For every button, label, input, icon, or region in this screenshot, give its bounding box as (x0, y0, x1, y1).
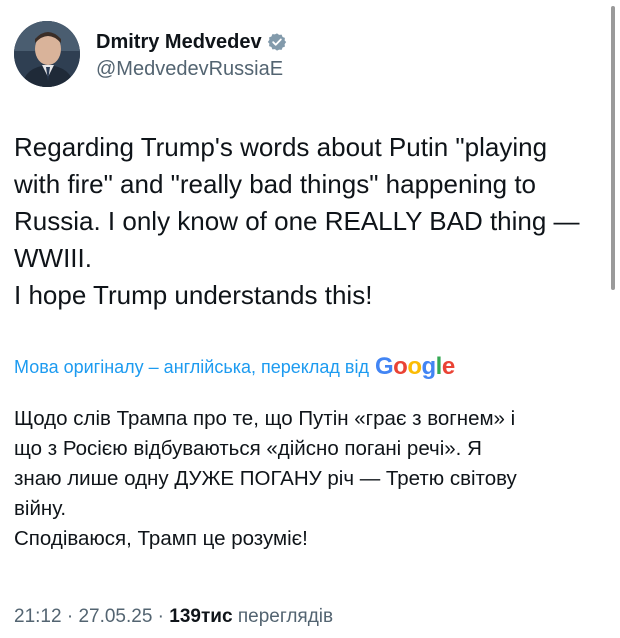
translated-text-line: Сподіваюся, Трамп це розуміє! (14, 527, 308, 550)
avatar[interactable] (14, 21, 80, 87)
tweet-text-line: with fire" and "really bad things" happe… (14, 169, 537, 199)
tweet-text-line: I hope Trump understands this! (14, 280, 373, 310)
translation-attribution[interactable]: Мова оригіналу – англійська, переклад ві… (14, 352, 455, 382)
tweet-meta: 21:12 · 27.05.25 · 139тис переглядів (14, 606, 333, 628)
translated-text: Щодо слів Трампа про те, що Путін «грає … (14, 404, 614, 554)
views-label[interactable]: переглядів (238, 606, 333, 627)
translated-text-line: Щодо слів Трампа про те, що Путін «грає … (14, 407, 516, 430)
translation-label[interactable]: Мова оригіналу – англійська, переклад ві… (14, 357, 369, 378)
tweet-header: Dmitry Medvedev @MedvedevRussiaE (14, 21, 287, 87)
tweet-date[interactable]: 27.05.25 (78, 606, 152, 627)
tweet-text: Regarding Trump's words about Putin "pla… (14, 129, 604, 314)
tweet-text-line: WWIII. (14, 243, 92, 273)
translated-text-line: знаю лише одну ДУЖЕ ПОГАНУ річ — Третю с… (14, 467, 517, 490)
tweet-text-line: Russia. I only know of one REALLY BAD th… (14, 206, 580, 236)
meta-separator: · (152, 606, 170, 627)
tweet-text-line: Regarding Trump's words about Putin "pla… (14, 132, 548, 162)
scrollbar[interactable] (611, 6, 615, 290)
google-logo: Google (374, 353, 455, 380)
verified-badge-icon (267, 32, 287, 52)
translated-text-line: війну. (14, 497, 67, 520)
display-name[interactable]: Dmitry Medvedev (96, 31, 262, 54)
tweet-time[interactable]: 21:12 (14, 606, 62, 627)
translated-text-line: що з Росією відбуваються «дійсно погані … (14, 437, 482, 460)
meta-separator: · (61, 606, 79, 627)
user-handle[interactable]: @MedvedevRussiaE (96, 58, 287, 81)
views-count[interactable]: 139тис (169, 606, 232, 627)
avatar-portrait-icon (14, 21, 80, 87)
